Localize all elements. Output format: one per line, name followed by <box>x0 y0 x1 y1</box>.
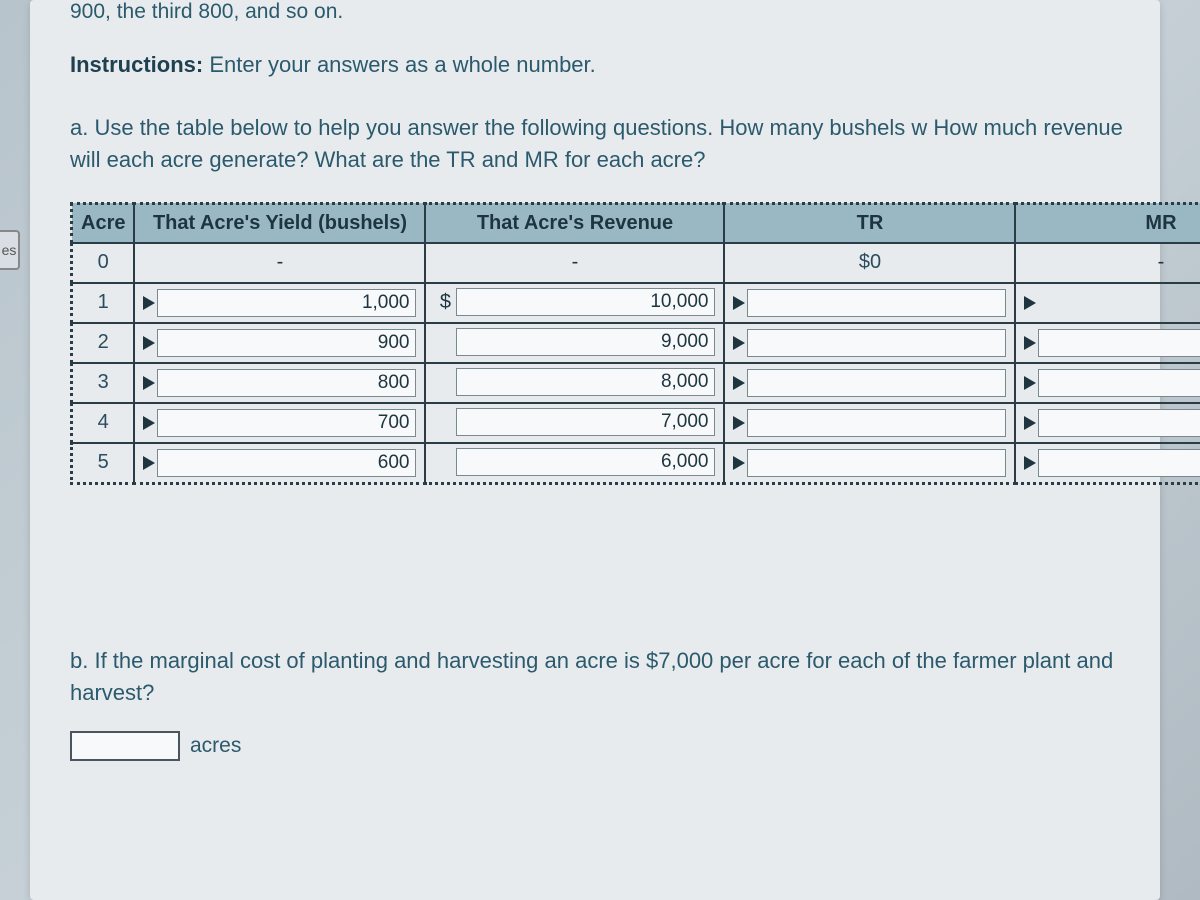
tr-input[interactable] <box>747 289 1006 317</box>
yield-input[interactable] <box>157 409 416 437</box>
cell-mr <box>1015 323 1200 363</box>
cell-yield <box>134 323 425 363</box>
cell-tr <box>724 283 1015 323</box>
revenue-input[interactable] <box>456 288 715 316</box>
worksheet-page: 900, the third 800, and so on. Instructi… <box>30 0 1160 900</box>
cell-acre: 5 <box>72 443 135 484</box>
table-row: 2 <box>72 323 1200 363</box>
chevron-right-icon <box>143 376 155 390</box>
mr-input[interactable] <box>1038 449 1200 477</box>
col-tr: TR <box>724 203 1015 243</box>
answer-b-line: acres <box>70 731 1130 761</box>
table-row: 5 <box>72 443 1200 484</box>
revenue-input[interactable] <box>456 368 715 396</box>
cell-yield <box>134 443 425 484</box>
cell-tr: $0 <box>724 243 1015 283</box>
cell-mr <box>1015 363 1200 403</box>
instructions-text: Enter your answers as a whole number. <box>203 52 596 77</box>
cell-revenue <box>425 403 724 443</box>
data-table: Acre That Acre's Yield (bushels) That Ac… <box>70 202 1200 485</box>
table-row: 4 <box>72 403 1200 443</box>
yield-input[interactable] <box>157 289 416 317</box>
cell-revenue: - <box>425 243 724 283</box>
chevron-right-icon <box>733 416 745 430</box>
mr-input[interactable] <box>1038 409 1200 437</box>
cell-mr: - <box>1015 243 1200 283</box>
revenue-input[interactable] <box>456 448 715 476</box>
chevron-right-icon <box>1024 456 1036 470</box>
chevron-right-icon <box>733 296 745 310</box>
table-row: 3 <box>72 363 1200 403</box>
cell-mr <box>1015 403 1200 443</box>
instructions-line: Instructions: Enter your answers as a wh… <box>70 52 1130 78</box>
tr-input[interactable] <box>747 449 1006 477</box>
chevron-right-icon <box>143 456 155 470</box>
yield-input[interactable] <box>157 449 416 477</box>
chevron-right-icon <box>733 376 745 390</box>
cell-yield: - <box>134 243 425 283</box>
cell-acre: 1 <box>72 283 135 323</box>
table-row: 1 $ + <box>72 283 1200 323</box>
mr-input[interactable] <box>1038 369 1200 397</box>
question-a: a. Use the table below to help you answe… <box>70 112 1130 176</box>
cell-tr <box>724 403 1015 443</box>
col-acre: Acre <box>72 203 135 243</box>
cell-acre: 4 <box>72 403 135 443</box>
tr-input[interactable] <box>747 329 1006 357</box>
cell-yield <box>134 403 425 443</box>
chevron-right-icon <box>143 336 155 350</box>
context-fragment: 900, the third 800, and so on. <box>70 0 1130 24</box>
cell-mr: + <box>1015 283 1200 323</box>
chevron-right-icon <box>143 416 155 430</box>
cell-acre: 0 <box>72 243 135 283</box>
yield-input[interactable] <box>157 329 416 357</box>
cell-revenue <box>425 323 724 363</box>
chevron-right-icon <box>733 456 745 470</box>
cell-acre: 2 <box>72 323 135 363</box>
revenue-input[interactable] <box>456 408 715 436</box>
yield-input[interactable] <box>157 369 416 397</box>
chevron-right-icon <box>1024 416 1036 430</box>
tr-input[interactable] <box>747 369 1006 397</box>
instructions-label: Instructions: <box>70 52 203 77</box>
cell-revenue: $ <box>425 283 724 323</box>
acres-unit: acres <box>190 734 241 758</box>
chevron-right-icon <box>143 296 155 310</box>
chevron-right-icon <box>1024 376 1036 390</box>
cell-acre: 3 <box>72 363 135 403</box>
chevron-right-icon <box>1024 296 1036 310</box>
col-mr: MR <box>1015 203 1200 243</box>
cell-tr <box>724 443 1015 484</box>
question-b: b. If the marginal cost of planting and … <box>70 645 1130 709</box>
chevron-right-icon <box>1024 336 1036 350</box>
tr-input[interactable] <box>747 409 1006 437</box>
side-tab[interactable]: es <box>0 230 20 270</box>
currency-prefix: $ <box>434 291 456 314</box>
col-revenue: That Acre's Revenue <box>425 203 724 243</box>
cell-yield <box>134 283 425 323</box>
cell-tr <box>724 323 1015 363</box>
cell-revenue <box>425 363 724 403</box>
acres-input[interactable] <box>70 731 180 761</box>
cell-mr <box>1015 443 1200 484</box>
chevron-right-icon <box>733 336 745 350</box>
revenue-input[interactable] <box>456 328 715 356</box>
col-yield: That Acre's Yield (bushels) <box>134 203 425 243</box>
cell-revenue <box>425 443 724 484</box>
table-row: 0--$0- <box>72 243 1200 283</box>
mr-input[interactable] <box>1038 329 1200 357</box>
table-header-row: Acre That Acre's Yield (bushels) That Ac… <box>72 203 1200 243</box>
cell-yield <box>134 363 425 403</box>
cell-tr <box>724 363 1015 403</box>
